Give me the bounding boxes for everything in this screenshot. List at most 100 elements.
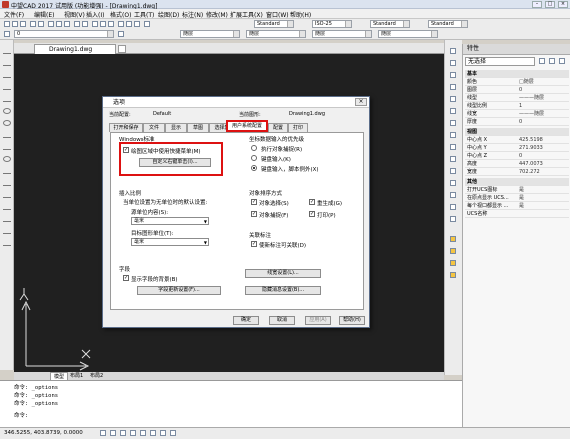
trim-icon[interactable] bbox=[450, 156, 456, 162]
polar-mode-icon[interactable] bbox=[130, 430, 136, 436]
help-icon[interactable] bbox=[144, 21, 150, 27]
line-tool-icon[interactable] bbox=[3, 48, 11, 54]
menu-view[interactable]: 视图(V) bbox=[64, 10, 85, 19]
tab-user-preferences[interactable]: 用户系统配置 bbox=[226, 120, 268, 132]
plotstyle-select[interactable]: 随层 bbox=[378, 30, 438, 38]
rectangle-tool-icon[interactable] bbox=[3, 96, 11, 102]
prop-row[interactable]: 颜色 □随层 bbox=[465, 78, 569, 86]
ellipse-tool-icon[interactable] bbox=[3, 156, 11, 162]
shortcut-menu-checkbox[interactable]: ✓ bbox=[123, 147, 129, 153]
cut-icon[interactable] bbox=[48, 21, 54, 27]
section-misc[interactable]: 其他 bbox=[465, 178, 569, 186]
apply-button[interactable]: 应用(A) bbox=[305, 316, 331, 325]
tab-display[interactable]: 显示 bbox=[165, 123, 187, 132]
polygon-tool-icon[interactable] bbox=[3, 84, 11, 90]
rotate-icon[interactable] bbox=[450, 120, 456, 126]
assoc-dim-checkbox[interactable]: ✓ bbox=[251, 241, 257, 247]
prop-row[interactable]: 每个视口都显示 ... 是 bbox=[465, 202, 569, 210]
grid-mode-icon[interactable] bbox=[110, 430, 116, 436]
source-units-select[interactable]: 毫米 ▼ bbox=[131, 217, 209, 225]
help-button[interactable]: 帮助(H) bbox=[339, 316, 365, 325]
zoom-window-icon[interactable] bbox=[108, 21, 114, 27]
copy-object-icon[interactable] bbox=[450, 60, 456, 66]
point-tool-icon[interactable] bbox=[3, 192, 11, 198]
tab-files[interactable]: 文件 bbox=[143, 123, 165, 132]
tab-open-save[interactable]: 打开和保存 bbox=[109, 123, 143, 132]
menu-express[interactable]: 扩展工具(X) bbox=[230, 10, 263, 19]
tab-plot[interactable]: 打印 bbox=[288, 123, 308, 132]
mleader-style-select[interactable]: Standard bbox=[428, 20, 468, 28]
maximize-button[interactable]: □ bbox=[545, 1, 555, 8]
mtext-tool-icon[interactable] bbox=[3, 240, 11, 246]
fillet-icon[interactable] bbox=[450, 204, 456, 210]
undo-icon[interactable] bbox=[74, 21, 80, 27]
make-block-icon[interactable] bbox=[3, 180, 11, 186]
lineweight-settings-button[interactable]: 线宽设置(L)... bbox=[245, 269, 321, 278]
menu-window[interactable]: 窗口(W) bbox=[266, 10, 289, 19]
table-style-select[interactable]: Standard bbox=[370, 20, 410, 28]
arc-tool-icon[interactable] bbox=[3, 108, 11, 114]
ortho-mode-icon[interactable] bbox=[120, 430, 126, 436]
dim-style-select[interactable]: ISO-25 bbox=[312, 20, 352, 28]
design-center-icon[interactable] bbox=[126, 21, 132, 27]
menu-format[interactable]: 格式(O) bbox=[110, 10, 131, 19]
insert-block-icon[interactable] bbox=[3, 168, 11, 174]
selection-select[interactable]: 无选择 bbox=[465, 57, 535, 66]
menu-file[interactable]: 文件(F) bbox=[4, 10, 24, 19]
menu-modify[interactable]: 修改(M) bbox=[206, 10, 228, 19]
polyline-tool-icon[interactable] bbox=[3, 72, 11, 78]
coord-keyboard-except-radio[interactable] bbox=[251, 165, 257, 171]
layer-manager-icon[interactable] bbox=[4, 31, 10, 37]
revcloud-tool-icon[interactable] bbox=[3, 132, 11, 138]
prop-row[interactable]: 线型比例 1 bbox=[465, 102, 569, 110]
command-input[interactable]: 命令: bbox=[14, 411, 28, 419]
break-icon[interactable] bbox=[450, 180, 456, 186]
hatch-tool-icon[interactable] bbox=[3, 204, 11, 210]
select-objects-icon[interactable] bbox=[549, 58, 555, 64]
xline-tool-icon[interactable] bbox=[3, 60, 11, 66]
color-select[interactable]: 随层 bbox=[180, 30, 240, 38]
close-window-button[interactable]: × bbox=[558, 1, 568, 8]
region-tool-icon[interactable] bbox=[3, 216, 11, 222]
snap-mode-icon[interactable] bbox=[100, 430, 106, 436]
chamfer-icon[interactable] bbox=[450, 192, 456, 198]
field-background-checkbox[interactable]: ✓ bbox=[123, 275, 129, 281]
prop-row[interactable]: 在原点显示 UCS... 是 bbox=[465, 194, 569, 202]
prop-row[interactable]: 打开UCS图标是 bbox=[465, 186, 569, 194]
redo-icon[interactable] bbox=[82, 21, 88, 27]
pan-icon[interactable] bbox=[92, 21, 98, 27]
table-tool-icon[interactable] bbox=[3, 228, 11, 234]
coord-osnap-radio[interactable] bbox=[251, 145, 257, 151]
new-icon[interactable] bbox=[4, 21, 10, 27]
custom-right-click-button[interactable]: 自定义右键单击(I)... bbox=[139, 158, 211, 167]
make-current-icon[interactable] bbox=[118, 31, 124, 37]
prop-row[interactable]: 中心点 Z0 bbox=[465, 152, 569, 160]
prop-row[interactable]: 中心点 Y 271.9033 bbox=[465, 144, 569, 152]
mirror-icon[interactable] bbox=[450, 72, 456, 78]
tab-profiles[interactable]: 配置 bbox=[268, 123, 288, 132]
circle-tool-icon[interactable] bbox=[3, 120, 11, 126]
open-icon[interactable] bbox=[12, 21, 18, 27]
minimize-button[interactable]: – bbox=[532, 1, 542, 8]
prop-row[interactable]: 线宽 ———随层 bbox=[465, 110, 569, 118]
menu-dimension[interactable]: 标注(N) bbox=[182, 10, 203, 19]
section-view[interactable]: 视图 bbox=[465, 128, 569, 136]
prop-row[interactable]: UCS名称 bbox=[465, 210, 569, 218]
sort-regen-checkbox[interactable]: ✓ bbox=[309, 199, 315, 205]
menu-insert[interactable]: 插入(I) bbox=[86, 10, 104, 19]
menu-help[interactable]: 帮助(H) bbox=[290, 10, 311, 19]
prop-row[interactable]: 中心点 X 425.5198 bbox=[465, 136, 569, 144]
snap-icon[interactable] bbox=[450, 236, 456, 242]
dialog-close-icon[interactable]: × bbox=[355, 98, 367, 106]
copy-icon[interactable] bbox=[56, 21, 62, 27]
stretch-icon[interactable] bbox=[450, 144, 456, 150]
linetype-select[interactable]: 随层 bbox=[246, 30, 306, 38]
prop-row[interactable]: 高度 447.0073 bbox=[465, 160, 569, 168]
zoom-icon[interactable] bbox=[100, 21, 106, 27]
explode-icon[interactable] bbox=[450, 216, 456, 222]
menu-edit[interactable]: 编辑(E) bbox=[34, 10, 54, 19]
otrack-mode-icon[interactable] bbox=[150, 430, 156, 436]
scale-icon[interactable] bbox=[450, 132, 456, 138]
lineweight-select[interactable]: 随层 bbox=[312, 30, 372, 38]
sort-osnap-checkbox[interactable]: ✓ bbox=[251, 211, 257, 217]
